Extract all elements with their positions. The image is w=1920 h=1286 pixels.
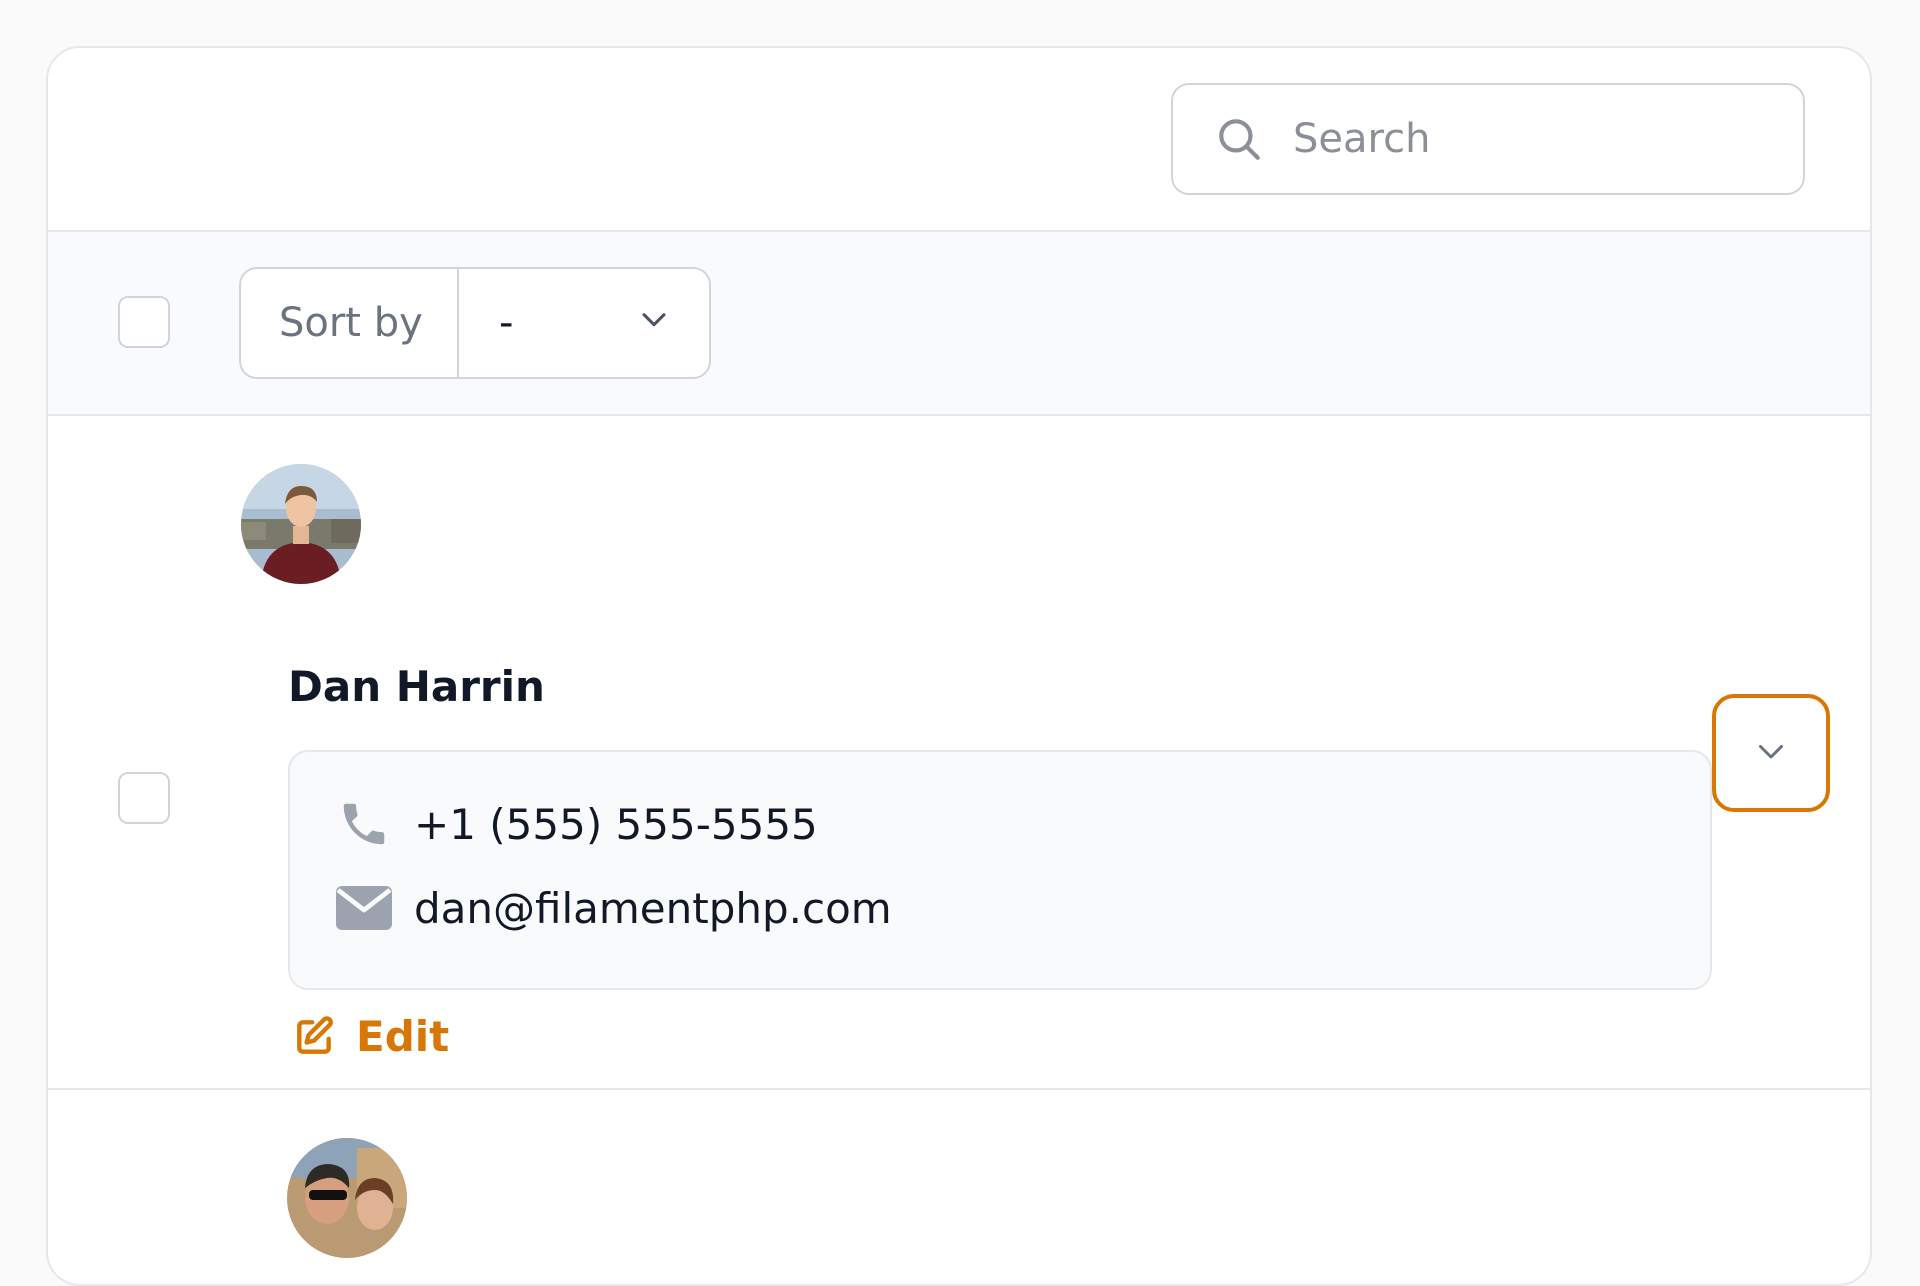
table-card: Sort by - Dan Harrin bbox=[46, 46, 1872, 1286]
avatar bbox=[241, 464, 361, 584]
avatar bbox=[287, 1138, 407, 1258]
edit-label: Edit bbox=[356, 1012, 450, 1061]
sort-by-label: Sort by bbox=[241, 269, 459, 377]
pencil-square-icon bbox=[290, 1013, 338, 1061]
sort-selected-value: - bbox=[499, 300, 514, 346]
sort-dropdown[interactable]: - bbox=[459, 269, 709, 377]
phone-number: +1 (555) 555-5555 bbox=[414, 799, 818, 849]
table-header-bar bbox=[48, 48, 1870, 232]
row-checkbox[interactable] bbox=[118, 772, 170, 824]
phone-icon bbox=[336, 796, 392, 852]
contact-details-panel: +1 (555) 555-5555 dan@filamentphp.com bbox=[288, 750, 1712, 990]
select-all-checkbox[interactable] bbox=[118, 296, 170, 348]
expand-row-button[interactable] bbox=[1712, 694, 1830, 812]
envelope-icon bbox=[336, 880, 392, 936]
email-address: dan@filamentphp.com bbox=[414, 883, 892, 933]
email-line: dan@filamentphp.com bbox=[336, 880, 892, 936]
chevron-down-icon bbox=[637, 300, 671, 346]
edit-action[interactable]: Edit bbox=[290, 1012, 449, 1061]
search-input[interactable] bbox=[1291, 115, 1775, 163]
search-icon bbox=[1213, 113, 1265, 165]
record-name: Dan Harrin bbox=[288, 662, 545, 711]
chevron-down-icon bbox=[1753, 733, 1789, 773]
phone-line: +1 (555) 555-5555 bbox=[336, 796, 818, 852]
sort-select[interactable]: Sort by - bbox=[239, 267, 711, 379]
search-field[interactable] bbox=[1171, 83, 1805, 195]
